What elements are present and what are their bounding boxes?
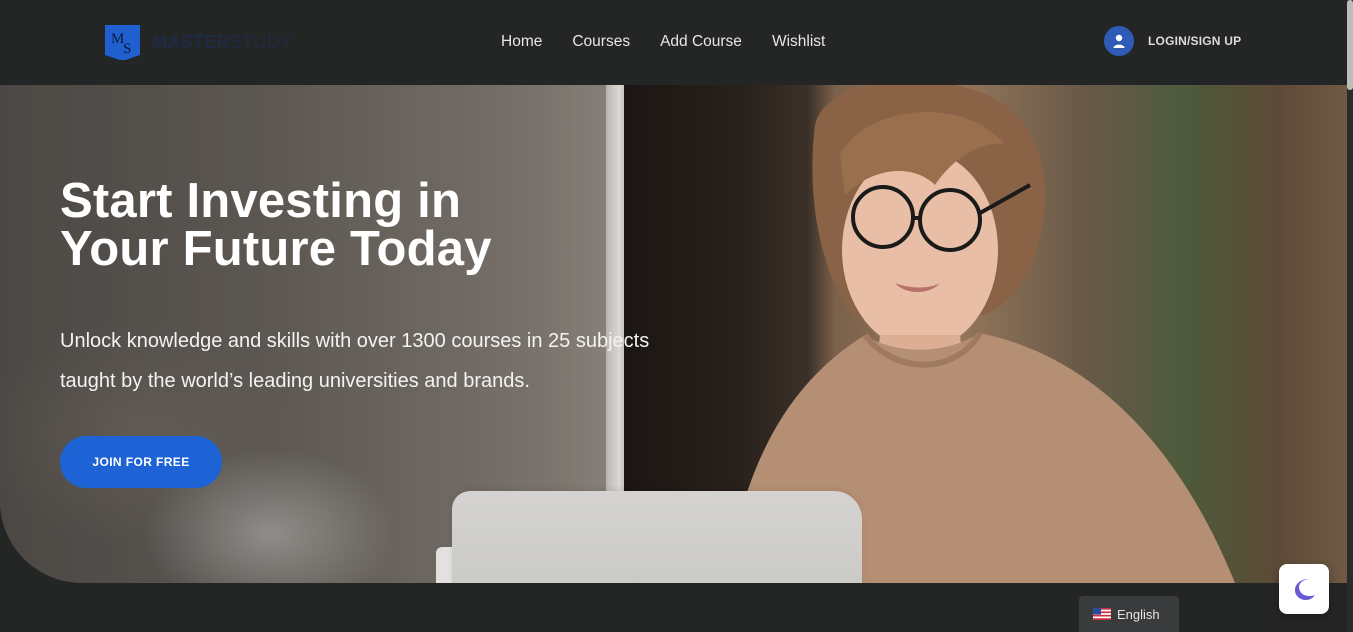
hero-window-frame [606, 85, 624, 525]
nav-wishlist[interactable]: Wishlist [772, 33, 825, 51]
hero-subtitle-line-1: Unlock knowledge and skills with over 13… [60, 330, 650, 352]
user-icon [1104, 26, 1134, 56]
scrollbar-thumb[interactable] [1347, 0, 1353, 90]
svg-text:S: S [123, 41, 131, 57]
hero-title-line-2: Your Future Today [60, 222, 492, 276]
site-logo[interactable]: M S MASTERSTUDY [105, 24, 292, 60]
nav-add-course[interactable]: Add Course [660, 33, 742, 51]
main-nav: Home Courses Add Course Wishlist [501, 30, 825, 54]
hero-subtitle: Unlock knowledge and skills with over 13… [60, 321, 740, 401]
scrollbar-track[interactable] [1347, 0, 1353, 632]
hero-subtitle-line-2: taught by the world’s leading universiti… [60, 370, 530, 392]
hero-title-line-1: Start Investing in [60, 174, 462, 228]
hero-title: Start Investing in Your Future Today [60, 174, 620, 276]
dark-mode-toggle[interactable] [1279, 564, 1329, 614]
logo-text-bold: MASTER [152, 31, 230, 52]
us-flag-icon [1093, 608, 1111, 620]
logo-mark-icon: M S [105, 24, 140, 60]
login-signup-button[interactable]: LOGIN/SIGN UP [1104, 26, 1241, 56]
page: M S MASTERSTUDY Home Courses Add Course … [0, 0, 1353, 632]
login-label: LOGIN/SIGN UP [1148, 34, 1242, 48]
moon-icon [1295, 579, 1315, 600]
nav-home[interactable]: Home [501, 33, 542, 51]
language-label: English [1117, 606, 1160, 622]
laptop-image [452, 491, 862, 583]
logo-text: MASTERSTUDY [152, 32, 292, 53]
hero-banner: Start Investing in Your Future Today Unl… [0, 85, 1347, 583]
site-header: M S MASTERSTUDY Home Courses Add Course … [0, 0, 1353, 86]
language-switcher[interactable]: English [1079, 596, 1179, 632]
nav-courses[interactable]: Courses [572, 33, 630, 51]
logo-text-light: STUDY [229, 31, 293, 52]
join-for-free-button[interactable]: JOIN FOR FREE [60, 436, 222, 488]
